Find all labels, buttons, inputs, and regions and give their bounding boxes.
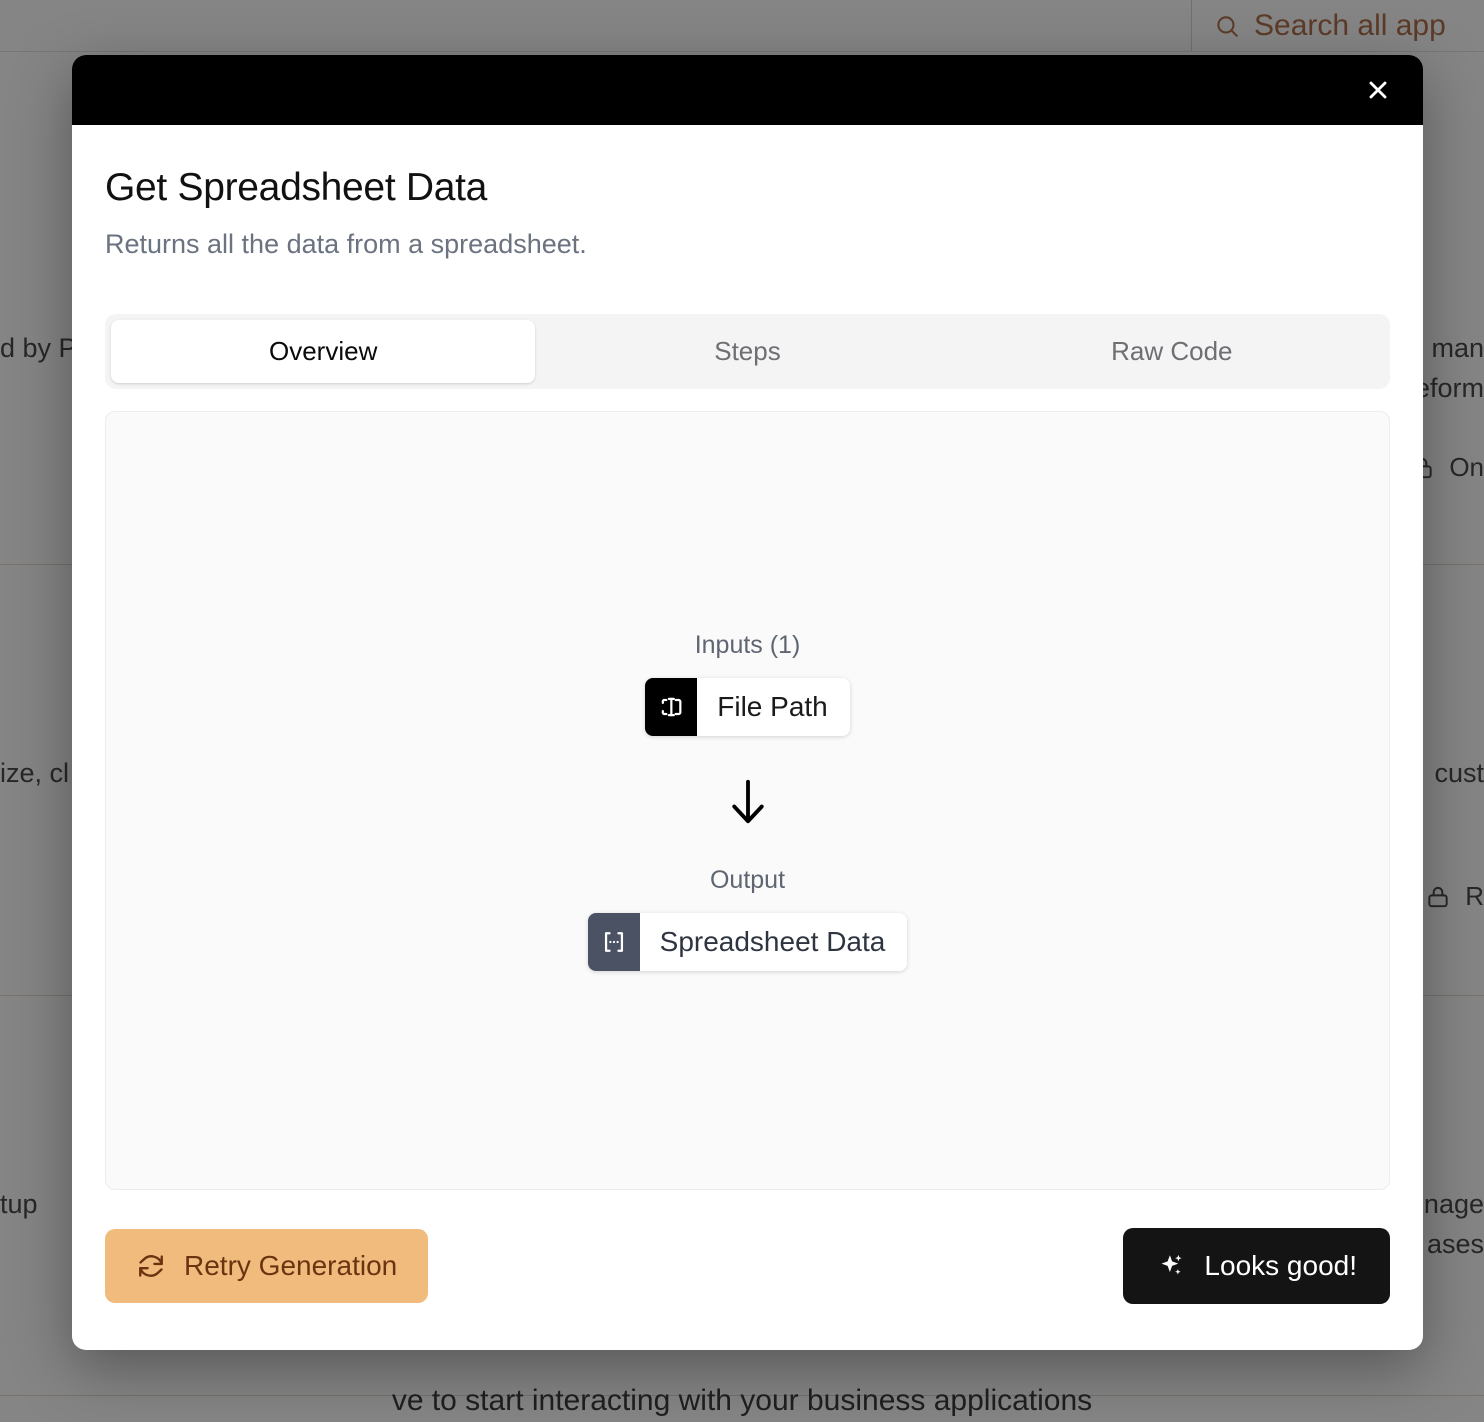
tab-steps[interactable]: Steps	[535, 320, 959, 383]
input-chip-file-path[interactable]: File Path	[645, 677, 850, 736]
sparkles-icon	[1156, 1251, 1186, 1281]
retry-generation-label: Retry Generation	[184, 1250, 398, 1281]
arrow-down-icon	[726, 776, 770, 828]
output-chip-spreadsheet-data[interactable]: Spreadsheet Data	[587, 912, 908, 971]
get-spreadsheet-data-modal: Get Spreadsheet Data Returns all the dat…	[72, 55, 1423, 1350]
page-subtitle: Returns all the data from a spreadsheet.	[105, 228, 587, 259]
tab-raw-code[interactable]: Raw Code	[960, 320, 1384, 383]
modal-body: Get Spreadsheet Data Returns all the dat…	[72, 125, 1423, 1350]
output-label: Output	[709, 865, 786, 894]
modal-titlebar	[72, 55, 1423, 125]
retry-generation-button[interactable]: Retry Generation	[105, 1229, 429, 1303]
looks-good-button[interactable]: Looks good!	[1123, 1228, 1390, 1304]
looks-good-label: Looks good!	[1204, 1250, 1357, 1281]
overview-panel: Inputs (1) File Path Output Spreadsheet …	[105, 411, 1390, 1190]
tab-overview[interactable]: Overview	[111, 320, 536, 384]
modal-footer: Retry Generation Looks good!	[105, 1190, 1390, 1350]
input-chip-label: File Path	[697, 677, 850, 736]
output-chip-label: Spreadsheet Data	[639, 912, 908, 971]
tab-bar: Overview Steps Raw Code	[105, 314, 1390, 390]
brackets-ellipsis-icon	[587, 912, 640, 971]
text-cursor-input-icon	[645, 677, 698, 736]
close-icon[interactable]	[1355, 67, 1401, 113]
refresh-cw-icon	[136, 1251, 166, 1281]
inputs-label: Inputs (1)	[694, 630, 801, 659]
page-title: Get Spreadsheet Data	[105, 166, 488, 209]
